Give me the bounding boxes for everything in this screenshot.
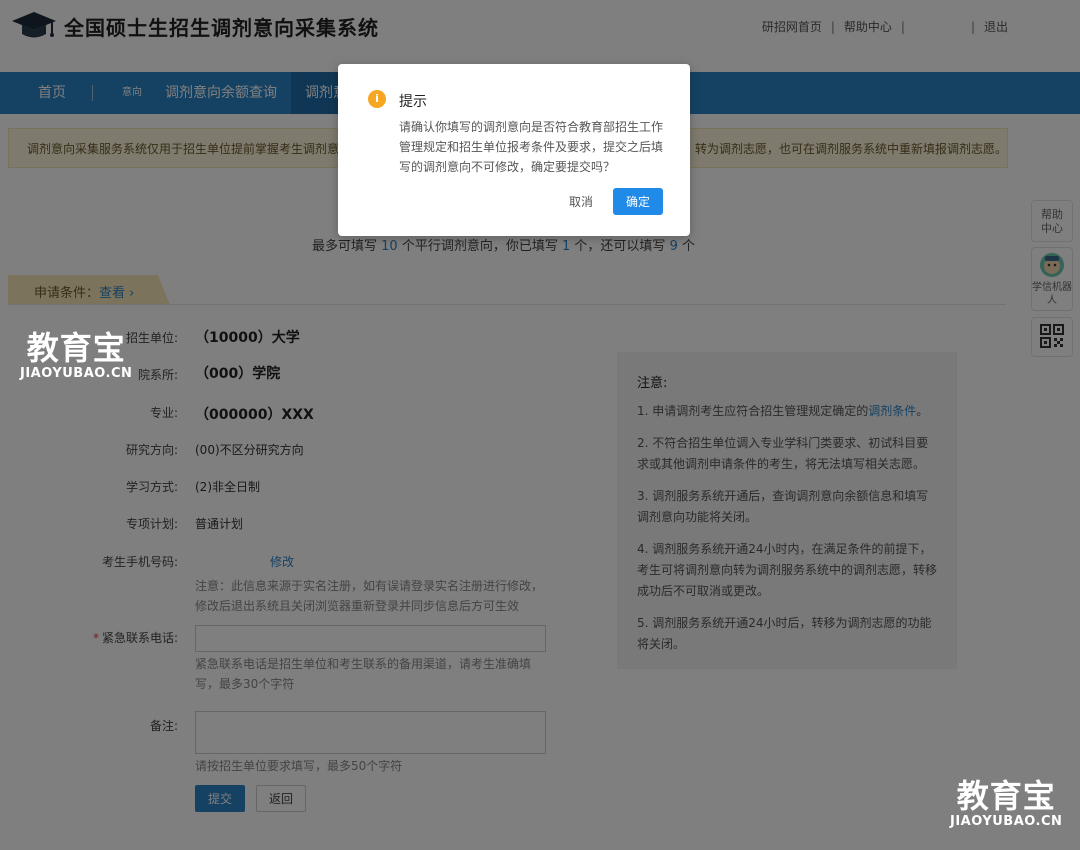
watermark-left: 教育宝 JIAOYUBAO.CN <box>20 330 132 381</box>
watermark-cn: 教育宝 <box>956 777 1056 815</box>
dialog-title: 提示 <box>399 94 427 110</box>
watermark-en: JIAOYUBAO.CN <box>950 814 1063 829</box>
confirm-dialog: i 提示 请确认你填写的调剂意向是否符合教育部招生工作管理规定和招生单位报考条件… <box>338 64 690 236</box>
watermark-right: 教育宝 JIAOYUBAO.CN <box>950 778 1062 829</box>
watermark-cn: 教育宝 <box>26 329 126 367</box>
dialog-cancel-button[interactable]: 取消 <box>560 188 602 215</box>
info-warning-icon: i <box>368 90 386 108</box>
dialog-message: 请确认你填写的调剂意向是否符合教育部招生工作管理规定和招生单位报考条件及要求，提… <box>399 120 664 174</box>
dialog-confirm-button[interactable]: 确定 <box>613 188 663 215</box>
watermark-en: JIAOYUBAO.CN <box>20 366 133 381</box>
